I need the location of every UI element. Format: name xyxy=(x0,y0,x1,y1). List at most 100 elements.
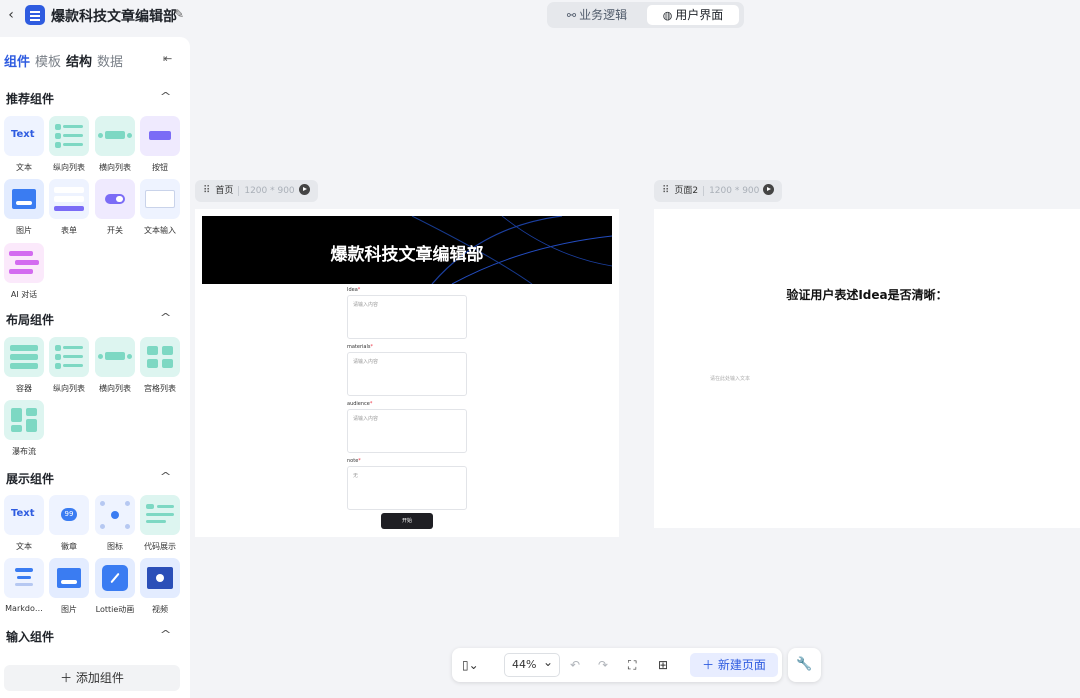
component-lottie[interactable]: Lottie动画 xyxy=(95,558,135,615)
lottie-icon xyxy=(95,558,135,598)
cursor-mode-icon[interactable]: ▯⌄ xyxy=(462,657,479,673)
chevron-up-icon[interactable]: ^ xyxy=(160,311,172,324)
palette-icon: ◍ xyxy=(662,9,673,22)
component-sidebar: 组件 模板 结构 数据 ⇤ 推荐组件 ^ Text 文本 纵向列表 横向列表 按钮 图… xyxy=(0,37,190,698)
wrench-icon[interactable]: 🔧 xyxy=(788,648,821,682)
component-horizontal-list[interactable]: 横向列表 xyxy=(95,337,135,394)
layout-grid-icon[interactable]: ⊞ xyxy=(658,657,668,673)
component-image[interactable]: 图片 xyxy=(49,558,89,615)
form-icon xyxy=(49,179,89,219)
page-home-preview[interactable]: 爆款科技文章编辑部 Idea* 请输入内容 materials* 请输入内容 a… xyxy=(195,209,619,537)
field-label-materials: materials* xyxy=(347,344,373,350)
section-title-display: 展示组件 xyxy=(6,472,55,486)
component-image[interactable]: 图片 xyxy=(4,179,44,236)
flow-icon: ⚯ xyxy=(566,9,577,22)
image-icon xyxy=(4,179,44,219)
add-component-button[interactable]: ＋ 添加组件 xyxy=(4,665,180,691)
plus-icon: ＋ xyxy=(60,671,76,685)
image-icon xyxy=(49,558,89,598)
start-button[interactable]: 开始 xyxy=(381,513,433,529)
tab-templates[interactable]: 模板 xyxy=(35,51,61,70)
component-form[interactable]: 表单 xyxy=(49,179,89,236)
play-icon[interactable] xyxy=(763,184,775,195)
idea-input[interactable]: 请输入内容 xyxy=(347,295,467,339)
new-page-button[interactable]: ＋ 新建页面 xyxy=(690,653,778,677)
design-canvas[interactable]: ⠿ 首页 1200 * 900 爆款科技文章编辑部 Idea* 请输入内容 mate… xyxy=(195,37,1080,698)
component-icon[interactable]: 图标 xyxy=(95,495,135,552)
waterfall-icon xyxy=(4,400,44,440)
fit-screen-icon[interactable]: ⛶ xyxy=(628,657,636,673)
text-input-icon xyxy=(140,179,180,219)
markdown-icon xyxy=(4,558,44,598)
sidebar-tabs: 组件 模板 结构 数据 xyxy=(4,51,128,70)
grid-list-icon xyxy=(140,337,180,377)
icon-grid-icon xyxy=(95,495,135,535)
badge-icon: 99 xyxy=(49,495,89,535)
component-code-display[interactable]: 代码展示 xyxy=(140,495,180,552)
note-input[interactable]: 无 xyxy=(347,466,467,510)
toggle-icon xyxy=(95,179,135,219)
tab-data[interactable]: 数据 xyxy=(97,51,123,70)
collapse-sidebar-icon[interactable]: ⇤ xyxy=(163,52,172,65)
component-text[interactable]: Text 文本 xyxy=(4,495,44,552)
component-grid-list[interactable]: 宫格列表 xyxy=(140,337,180,394)
edit-icon[interactable]: ✎ xyxy=(174,7,184,21)
page-label-page2[interactable]: ⠿ 页面2 1200 * 900 xyxy=(654,180,782,202)
component-vertical-list[interactable]: 纵向列表 xyxy=(49,116,89,173)
component-text[interactable]: Text 文本 xyxy=(4,116,44,173)
undo-icon[interactable]: ↶ xyxy=(570,657,580,673)
component-badge[interactable]: 99 徽章 xyxy=(49,495,89,552)
vertical-list-icon xyxy=(49,116,89,156)
play-icon[interactable] xyxy=(298,184,310,195)
redo-icon[interactable]: ↷ xyxy=(598,657,608,673)
page2-text-hint: 请在此处输入文本 xyxy=(710,376,751,382)
component-video[interactable]: 视频 xyxy=(140,558,180,615)
top-bar: ‹ 爆款科技文章编辑部 ✎ ⚯ 业务逻辑 ◍ 用户界面 xyxy=(0,0,1080,32)
field-label-note: note* xyxy=(347,458,361,464)
horizontal-list-icon xyxy=(95,116,135,156)
materials-input[interactable]: 请输入内容 xyxy=(347,352,467,396)
plus-icon: ＋ xyxy=(702,658,718,672)
vertical-list-icon xyxy=(49,337,89,377)
tab-structure[interactable]: 结构 xyxy=(66,51,92,70)
drag-handle-icon[interactable]: ⠿ xyxy=(662,185,669,196)
component-ai-chat[interactable]: AI 对话 xyxy=(4,243,44,300)
text-icon: Text xyxy=(11,508,35,519)
container-icon xyxy=(4,337,44,377)
ai-chat-icon xyxy=(4,243,44,283)
horizontal-list-icon xyxy=(95,337,135,377)
video-icon xyxy=(140,558,180,598)
component-vertical-list[interactable]: 纵向列表 xyxy=(49,337,89,394)
component-switch[interactable]: 开关 xyxy=(95,179,135,236)
zoom-select[interactable]: 44% xyxy=(504,651,560,677)
button-icon xyxy=(140,116,180,156)
app-title: 爆款科技文章编辑部 xyxy=(51,9,177,25)
header-banner: 爆款科技文章编辑部 xyxy=(202,216,612,284)
component-horizontal-list[interactable]: 横向列表 xyxy=(95,116,135,173)
tab-business-logic[interactable]: ⚯ 业务逻辑 xyxy=(552,5,642,25)
bottom-toolbar: ▯⌄ 44% ↶ ↷ ⛶ ⊞ ＋ 新建页面 xyxy=(452,648,782,682)
section-title-recommended: 推荐组件 xyxy=(6,92,55,106)
drag-handle-icon[interactable]: ⠿ xyxy=(203,185,210,196)
component-markdown[interactable]: Markdo… xyxy=(4,558,44,613)
field-label-audience: audience* xyxy=(347,401,373,407)
component-button[interactable]: 按钮 xyxy=(140,116,180,173)
code-icon xyxy=(140,495,180,535)
chevron-up-icon[interactable]: ^ xyxy=(160,90,172,103)
tab-components[interactable]: 组件 xyxy=(4,51,30,70)
chevron-up-icon[interactable]: ^ xyxy=(160,470,172,483)
page2-preview[interactable]: 验证用户表述Idea是否清晰： 请在此处输入文本 xyxy=(654,209,1080,528)
mode-switch: ⚯ 业务逻辑 ◍ 用户界面 xyxy=(547,2,744,28)
section-title-input: 输入组件 xyxy=(6,630,55,644)
page-label-home[interactable]: ⠿ 首页 1200 * 900 xyxy=(195,180,318,202)
component-text-input[interactable]: 文本输入 xyxy=(140,179,180,236)
tab-user-interface[interactable]: ◍ 用户界面 xyxy=(647,5,739,25)
field-label-idea: Idea* xyxy=(347,287,361,293)
app-logo-icon xyxy=(25,5,45,25)
chevron-left-icon[interactable]: ‹ xyxy=(4,7,18,23)
banner-title: 爆款科技文章编辑部 xyxy=(330,245,484,265)
audience-input[interactable]: 请输入内容 xyxy=(347,409,467,453)
component-waterfall[interactable]: 瀑布流 xyxy=(4,400,44,457)
component-container[interactable]: 容器 xyxy=(4,337,44,394)
chevron-up-icon[interactable]: ^ xyxy=(160,628,172,641)
